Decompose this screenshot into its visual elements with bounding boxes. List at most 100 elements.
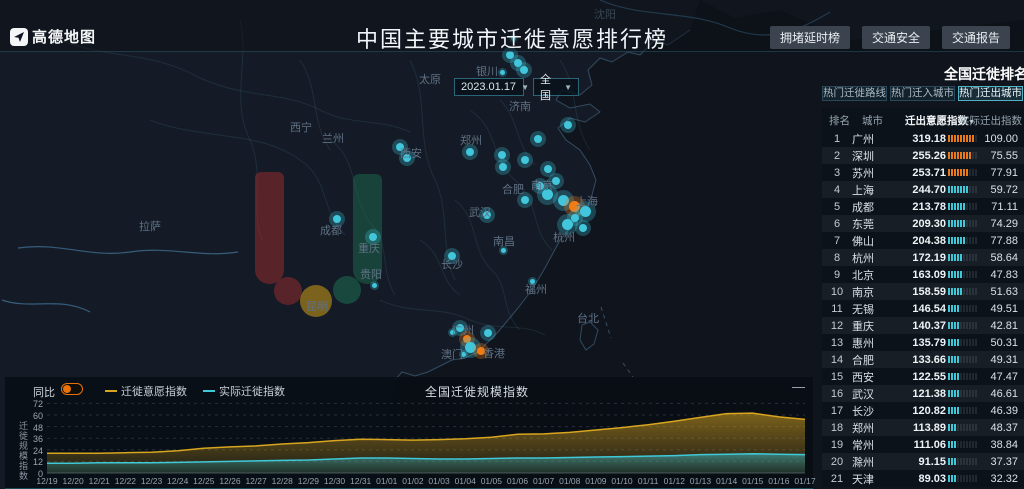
gauge-bar — [975, 475, 977, 482]
table-row[interactable]: 16武汉121.3846.61 — [822, 385, 1024, 402]
city-cell: 北京 — [852, 267, 890, 283]
gauge-bar — [960, 220, 962, 227]
city-cell: 苏州 — [852, 165, 890, 181]
gauge-bar — [960, 373, 962, 380]
gauge-bar — [954, 186, 956, 193]
table-row[interactable]: 5成都213.7871.11 — [822, 198, 1024, 215]
table-row[interactable]: 17长沙120.8246.39 — [822, 402, 1024, 419]
gauge-bar — [963, 169, 965, 176]
table-row[interactable]: 13惠州135.7950.31 — [822, 334, 1024, 351]
map-city-label: 昆明 — [306, 298, 328, 314]
table-row[interactable]: 11无锡146.5449.51 — [822, 300, 1024, 317]
gauge-bar — [969, 475, 971, 482]
actual-index-cell: 75.55 — [984, 150, 1024, 162]
rank-cell: 21 — [822, 473, 852, 485]
city-dot-teal[interactable] — [552, 177, 560, 185]
gauge-bar — [969, 203, 971, 210]
x-tick-label: 01/02 — [402, 476, 423, 486]
city-dot-teal[interactable] — [500, 70, 505, 75]
willing-index-gauge — [948, 220, 984, 228]
city-dot-teal[interactable] — [544, 165, 552, 173]
city-dot-teal[interactable] — [562, 219, 573, 230]
actual-index-cell: 71.11 — [984, 201, 1024, 213]
gauge-bar — [969, 441, 971, 448]
gauge-bar — [948, 220, 950, 227]
table-row[interactable]: 20滁州91.1537.37 — [822, 453, 1024, 470]
city-dot-teal[interactable] — [499, 163, 507, 171]
city-cell: 佛山 — [852, 233, 890, 249]
tab-hot-migration-routes[interactable]: 热门迁徙路线 — [822, 86, 887, 101]
city-dot-teal[interactable] — [465, 342, 476, 353]
gauge-bar — [957, 373, 959, 380]
tab-hot-move-out-cities[interactable]: 热门迁出城市 — [958, 86, 1023, 101]
gauge-bar — [948, 186, 950, 193]
migration-flow-column — [255, 172, 284, 284]
x-tick-label: 01/05 — [481, 476, 502, 486]
gauge-bar — [975, 458, 977, 465]
rank-cell: 13 — [822, 337, 852, 349]
gauge-bar — [957, 356, 959, 363]
city-dot-teal[interactable] — [498, 151, 506, 159]
city-cell: 武汉 — [852, 386, 890, 402]
gauge-bar — [957, 407, 959, 414]
traffic-report-button[interactable]: 交通报告 — [942, 26, 1010, 49]
city-dot-teal[interactable] — [521, 196, 529, 204]
willing-index-cell: 133.66 — [890, 354, 948, 366]
gauge-bar — [960, 135, 962, 142]
gauge-bar — [957, 169, 959, 176]
rank-cell: 6 — [822, 218, 852, 230]
city-dot-teal[interactable] — [521, 156, 529, 164]
table-row[interactable]: 3苏州253.7177.91 — [822, 164, 1024, 181]
gauge-bar — [966, 390, 968, 397]
table-row[interactable]: 21天津89.0332.32 — [822, 470, 1024, 487]
date-select[interactable]: 2023.01.17 ▼ — [454, 78, 524, 96]
tab-hot-move-in-cities[interactable]: 热门迁入城市 — [890, 86, 955, 101]
city-dot-teal[interactable] — [558, 195, 569, 206]
rank-table-header: 排名 城市 迁出意愿指数▼ 实际迁出指数 — [822, 108, 1024, 130]
actual-index-cell: 47.83 — [984, 269, 1024, 281]
gauge-bar — [954, 305, 956, 312]
city-dot-teal[interactable] — [534, 135, 542, 143]
gauge-bar — [963, 288, 965, 295]
table-row[interactable]: 6东莞209.3074.29 — [822, 215, 1024, 232]
gauge-bar — [963, 339, 965, 346]
table-row[interactable]: 12重庆140.3742.81 — [822, 317, 1024, 334]
gauge-bar — [960, 441, 962, 448]
table-row[interactable]: 18郑州113.8948.37 — [822, 419, 1024, 436]
city-dot-teal[interactable] — [564, 121, 572, 129]
table-row[interactable]: 9北京163.0947.83 — [822, 266, 1024, 283]
gauge-bar — [957, 254, 959, 261]
table-row[interactable]: 8杭州172.1958.64 — [822, 249, 1024, 266]
map-city-label: 成都 — [320, 222, 342, 238]
city-dot-teal[interactable] — [520, 66, 528, 74]
traffic-safety-button[interactable]: 交通安全 — [862, 26, 930, 49]
table-row[interactable]: 2深圳255.2675.55 — [822, 147, 1024, 164]
table-row[interactable]: 10南京158.5951.63 — [822, 283, 1024, 300]
table-row[interactable]: 19常州111.0638.84 — [822, 436, 1024, 453]
congestion-rank-button[interactable]: 拥堵延时榜 — [770, 26, 850, 49]
table-row[interactable]: 4上海244.7059.72 — [822, 181, 1024, 198]
gauge-bar — [972, 373, 974, 380]
city-dot-teal[interactable] — [579, 224, 587, 232]
willing-index-cell: 253.71 — [890, 167, 948, 179]
gauge-bar — [960, 237, 962, 244]
gauge-bar — [966, 356, 968, 363]
gauge-bar — [963, 322, 965, 329]
gauge-bar — [975, 407, 977, 414]
city-dot-teal[interactable] — [372, 283, 377, 288]
gauge-bar — [951, 373, 953, 380]
city-dot-teal[interactable] — [466, 148, 474, 156]
table-row[interactable]: 14合肥133.6649.31 — [822, 351, 1024, 368]
willing-index-gauge — [948, 441, 984, 449]
map-city-label: 武汉 — [469, 204, 491, 220]
gauge-bar — [954, 373, 956, 380]
column-header-actual-index[interactable]: 实际迁出指数 — [959, 113, 1022, 128]
actual-index-cell: 49.51 — [984, 303, 1024, 315]
table-row[interactable]: 1广州319.18109.00 — [822, 130, 1024, 147]
table-row[interactable]: 15西安122.5547.47 — [822, 368, 1024, 385]
gauge-bar — [960, 322, 962, 329]
table-row[interactable]: 7佛山204.3877.88 — [822, 232, 1024, 249]
gauge-bar — [957, 475, 959, 482]
region-select[interactable]: 全国 ▼ — [533, 78, 579, 96]
city-dot-teal[interactable] — [484, 329, 492, 337]
